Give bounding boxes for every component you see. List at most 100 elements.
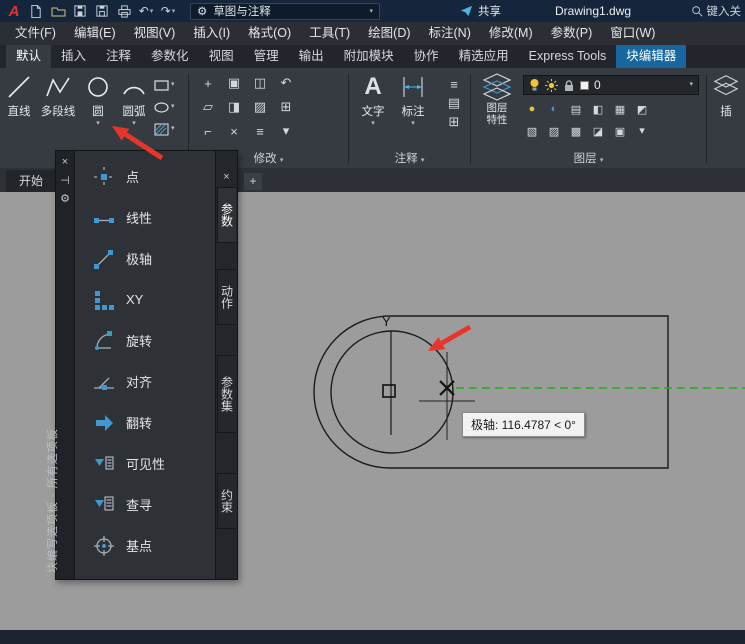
layer-lock-button[interactable]: ◧ [589, 99, 607, 119]
array-button[interactable]: ⊞ [275, 97, 297, 117]
layer-on-button[interactable]: ▩ [567, 121, 585, 141]
panel-label-layers[interactable]: 图层 ▾ [471, 150, 706, 166]
chevron-down-icon[interactable]: ▾ [689, 81, 693, 89]
save-icon[interactable] [70, 2, 90, 20]
autocad-logo[interactable]: A [4, 2, 24, 20]
file-tab-start[interactable]: 开始 [6, 170, 56, 192]
palette-tab-constraints[interactable]: 约束 [217, 473, 236, 529]
move-button[interactable]: + [197, 73, 219, 93]
leader-button[interactable]: ≡ [443, 76, 465, 92]
ribbon-tab-annotate[interactable]: 注释 [96, 45, 141, 68]
copy-button[interactable]: ▣ [223, 73, 245, 93]
polyline-button[interactable]: 多段线 [36, 72, 80, 119]
ribbon-tab-output[interactable]: 输出 [289, 45, 334, 68]
palette-item-rotation[interactable]: 旋转 [75, 320, 215, 361]
ribbon-tab-insert[interactable]: 插入 [51, 45, 96, 68]
palette-tab-actions[interactable]: 动作 [217, 269, 236, 325]
palette-item-alignment[interactable]: 对齐 [75, 361, 215, 402]
chevron-down-icon[interactable]: ▾ [275, 121, 297, 141]
menu-modify[interactable]: 修改(M) [480, 22, 542, 45]
layer-state-button[interactable]: ◩ [633, 99, 651, 119]
fillet-button[interactable]: ◨ [223, 97, 245, 117]
ellipse-button[interactable]: ▾ [154, 96, 175, 118]
ribbon-tab-block-editor[interactable]: 块编辑器 [616, 45, 686, 68]
ribbon-tab-express[interactable]: Express Tools [519, 45, 617, 68]
circle-button[interactable]: 圆 ▾ [82, 72, 114, 128]
menu-edit[interactable]: 编辑(E) [65, 22, 125, 45]
menu-window[interactable]: 窗口(W) [601, 22, 664, 45]
circle-geometry[interactable] [331, 331, 453, 453]
text-button[interactable]: A 文字 ▾ [355, 72, 391, 128]
redo-icon[interactable]: ↷▾ [158, 2, 178, 20]
chevron-down-icon[interactable]: ▾ [132, 120, 136, 128]
palette-item-basepoint[interactable]: 基点 [75, 525, 215, 566]
close-icon[interactable]: × [58, 155, 72, 169]
offset-button[interactable]: ⌐ [197, 121, 219, 141]
panel-label-annotate[interactable]: 注释 ▾ [349, 150, 470, 166]
ribbon-tab-view[interactable]: 视图 [199, 45, 244, 68]
layer-isolate-button[interactable]: ◐ [545, 99, 563, 119]
ribbon-tab-manage[interactable]: 管理 [244, 45, 289, 68]
trim-button[interactable]: ▨ [249, 97, 271, 117]
menu-parametric[interactable]: 参数(P) [542, 22, 602, 45]
mirror-button[interactable]: ◫ [249, 73, 271, 93]
menu-view[interactable]: 视图(V) [125, 22, 185, 45]
chevron-down-icon[interactable]: ▾ [371, 120, 375, 128]
rotate-button[interactable]: ↶ [275, 73, 297, 93]
layer-off-button[interactable]: ● [523, 99, 541, 119]
layer-properties-button[interactable]: 图层 特性 [477, 72, 517, 126]
insert-block-button[interactable]: 插 [709, 72, 743, 119]
layer-freeze-button[interactable]: ▤ [567, 99, 585, 119]
ribbon-tab-parametric[interactable]: 参数化 [141, 45, 199, 68]
save-as-icon[interactable] [92, 2, 112, 20]
auto-hide-icon[interactable]: ⊣ [58, 173, 72, 187]
share-button[interactable]: 共享 [460, 3, 501, 19]
new-drawing-tab-button[interactable]: + [244, 173, 262, 190]
menu-insert[interactable]: 插入(I) [184, 22, 239, 45]
chevron-down-icon[interactable]: ▾ [633, 121, 651, 141]
palette-tab-parameters[interactable]: 参数 [217, 187, 236, 243]
close-icon[interactable]: × [216, 171, 237, 183]
ribbon-tab-addins[interactable]: 附加模块 [334, 45, 404, 68]
search-box[interactable]: 键入关 [691, 3, 742, 19]
layer-delete-button[interactable]: ▣ [611, 121, 629, 141]
layer-merge-button[interactable]: ◪ [589, 121, 607, 141]
erase-button[interactable]: × [223, 121, 245, 141]
chevron-down-icon[interactable]: ▾ [411, 120, 415, 128]
workspace-selector[interactable]: ⚙ 草图与注释 ▾ [190, 3, 380, 20]
markup-button[interactable]: ⊞ [443, 114, 465, 130]
rectangle-button[interactable]: ▾ [154, 74, 175, 96]
menu-format[interactable]: 格式(O) [239, 22, 300, 45]
menu-draw[interactable]: 绘图(D) [359, 22, 419, 45]
slot-outline-geometry[interactable] [314, 316, 668, 468]
menu-dimension[interactable]: 标注(N) [420, 22, 480, 45]
palette-item-xy[interactable]: XY [75, 279, 215, 320]
palette-item-lookup[interactable]: 查寻 [75, 484, 215, 525]
base-point-grip[interactable] [383, 385, 395, 397]
plot-icon[interactable] [114, 2, 134, 20]
palette-tab-parameter-sets[interactable]: 参数集 [217, 355, 236, 433]
ribbon-tab-collaborate[interactable]: 协作 [404, 45, 449, 68]
command-line-strip[interactable] [0, 630, 745, 644]
explode-button[interactable]: ≡ [249, 121, 271, 141]
layer-match-button[interactable]: ▦ [611, 99, 629, 119]
undo-icon[interactable]: ↶▾ [136, 2, 156, 20]
palette-item-visibility[interactable]: 可见性 [75, 443, 215, 484]
palette-properties-gear-icon[interactable]: ⚙ [58, 191, 72, 205]
palette-item-flip[interactable]: 翻转 [75, 402, 215, 443]
chevron-down-icon[interactable]: ▾ [96, 120, 100, 128]
stretch-button[interactable]: ▱ [197, 97, 219, 117]
layer-walk-button[interactable]: ▧ [523, 121, 541, 141]
arc-button[interactable]: 圆弧 ▾ [116, 72, 152, 128]
layer-select-combo[interactable]: 0 ▾ [523, 75, 699, 95]
menu-file[interactable]: 文件(F) [6, 22, 65, 45]
dimension-button[interactable]: 标注 ▾ [395, 72, 431, 128]
line-button[interactable]: 直线 [2, 72, 36, 119]
palette-item-polar[interactable]: 极轴 [75, 238, 215, 279]
palette-item-linear[interactable]: 线性 [75, 197, 215, 238]
table-button[interactable]: ▤ [443, 95, 465, 111]
hatch-button[interactable]: ▾ [154, 118, 175, 140]
layer-thaw-button[interactable]: ▨ [545, 121, 563, 141]
new-file-icon[interactable] [26, 2, 46, 20]
palette-item-point[interactable]: 点 [75, 156, 215, 197]
